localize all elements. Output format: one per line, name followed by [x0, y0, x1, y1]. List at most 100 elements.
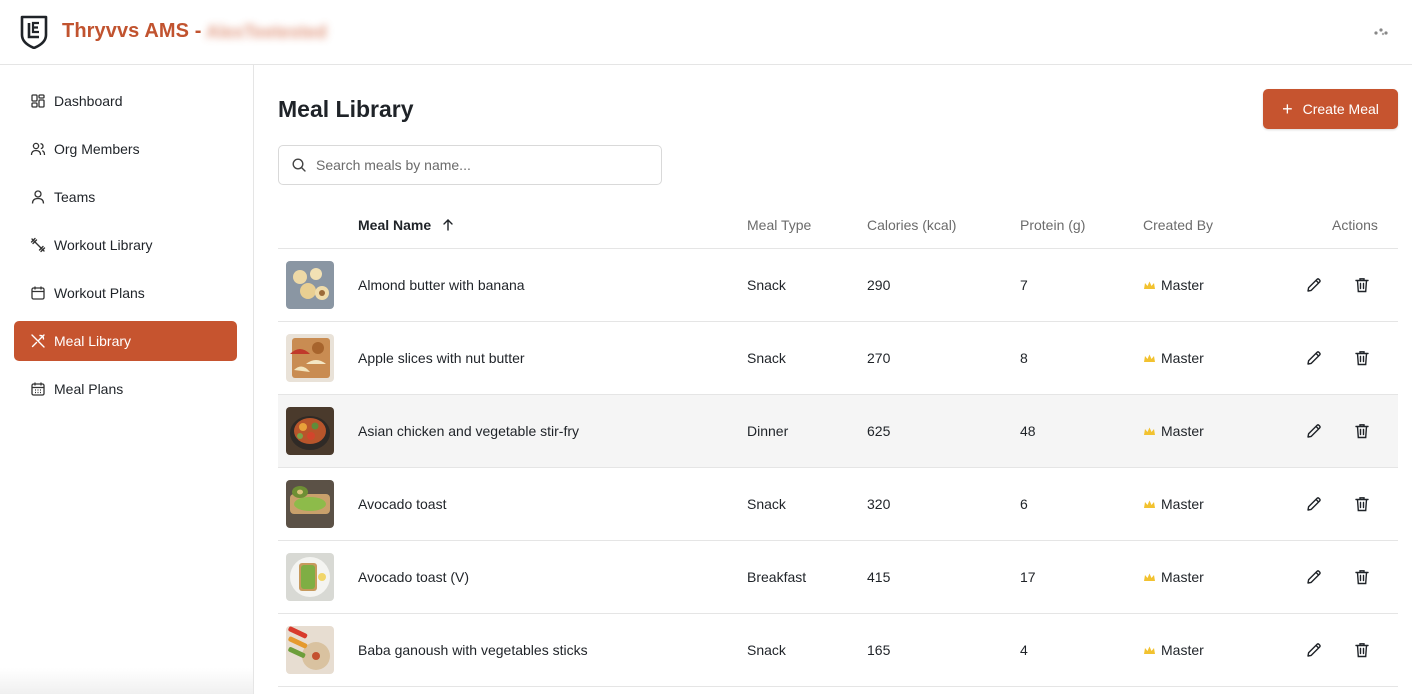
meal-type: Snack: [747, 642, 786, 658]
edit-icon[interactable]: [1305, 349, 1323, 367]
meal-thumbnail: [286, 480, 334, 528]
created-by: Master: [1143, 569, 1204, 585]
edit-icon[interactable]: [1305, 641, 1323, 659]
crown-icon: [1144, 281, 1155, 289]
top-bar: Thryvvs AMS - AlexTeetested: [0, 0, 1412, 65]
column-header-protein[interactable]: Protein (g): [1020, 217, 1085, 233]
column-header-meal-type[interactable]: Meal Type: [747, 217, 811, 233]
meal-type: Snack: [747, 496, 786, 512]
meal-name[interactable]: Asian chicken and vegetable stir-fry: [358, 423, 579, 439]
calendar-days-icon: [31, 382, 45, 396]
sidebar-item-workout-plans[interactable]: Workout Plans: [14, 273, 237, 313]
sidebar-item-label: Teams: [54, 189, 96, 205]
creator-name: Master: [1161, 496, 1204, 512]
crown-icon: [1144, 354, 1155, 362]
sidebar-item-label: Org Members: [54, 141, 140, 157]
creator-name: Master: [1161, 350, 1204, 366]
delete-icon[interactable]: [1353, 422, 1371, 440]
protein: 6: [1020, 496, 1028, 512]
create-meal-label: Create Meal: [1302, 101, 1379, 117]
meal-name[interactable]: Apple slices with nut butter: [358, 350, 525, 366]
sidebar-item-label: Workout Plans: [54, 285, 145, 301]
meal-name[interactable]: Avocado toast (V): [358, 569, 469, 585]
search-icon: [292, 158, 306, 172]
meal-type: Dinner: [747, 423, 789, 439]
sidebar-item-label: Workout Library: [54, 237, 153, 253]
meal-thumbnail: [286, 553, 334, 601]
sidebar: Dashboard Org Members Teams Workout Libr…: [0, 65, 254, 694]
created-by: Master: [1143, 423, 1204, 439]
search-box[interactable]: [278, 145, 662, 185]
calories: 415: [867, 569, 891, 585]
edit-icon[interactable]: [1305, 495, 1323, 513]
sidebar-item-dashboard[interactable]: Dashboard: [14, 81, 237, 121]
crown-icon: [1144, 500, 1155, 508]
meal-name[interactable]: Avocado toast: [358, 496, 446, 512]
dashboard-grid-icon: [31, 94, 45, 108]
calories: 270: [867, 350, 891, 366]
table-row[interactable]: Asian chicken and vegetable stir-fry Din…: [278, 395, 1398, 468]
sidebar-item-meal-plans[interactable]: Meal Plans: [14, 369, 237, 409]
created-by: Master: [1143, 642, 1204, 658]
column-header-created-by[interactable]: Created By: [1143, 217, 1213, 233]
calories: 290: [867, 277, 891, 293]
sidebar-item-org-members[interactable]: Org Members: [14, 129, 237, 169]
search-input[interactable]: [316, 157, 636, 173]
column-header-calories[interactable]: Calories (kcal): [867, 217, 956, 233]
created-by: Master: [1143, 496, 1204, 512]
delete-icon[interactable]: [1353, 276, 1371, 294]
sidebar-fade: [0, 668, 254, 694]
edit-icon[interactable]: [1305, 276, 1323, 294]
crown-icon: [1144, 646, 1155, 654]
meal-type: Snack: [747, 350, 786, 366]
protein: 8: [1020, 350, 1028, 366]
sidebar-item-meal-library[interactable]: Meal Library: [14, 321, 237, 361]
protein: 17: [1020, 569, 1036, 585]
app-logo-icon[interactable]: [20, 15, 48, 49]
edit-icon[interactable]: [1305, 422, 1323, 440]
table-row[interactable]: Almond butter with banana Snack 290 7 Ma…: [278, 249, 1398, 322]
create-meal-button[interactable]: + Create Meal: [1263, 89, 1398, 129]
meal-type: Breakfast: [747, 569, 807, 585]
meal-thumbnail: [286, 626, 334, 674]
table-row[interactable]: Baba ganoush with vegetables sticks Snac…: [278, 614, 1398, 687]
sidebar-item-label: Dashboard: [54, 93, 123, 109]
created-by: Master: [1143, 277, 1204, 293]
protein: 4: [1020, 642, 1028, 658]
meal-name[interactable]: Baba ganoush with vegetables sticks: [358, 642, 588, 658]
edit-icon[interactable]: [1305, 568, 1323, 586]
delete-icon[interactable]: [1353, 495, 1371, 513]
crown-icon: [1144, 427, 1155, 435]
page-title: Meal Library: [278, 96, 414, 122]
sort-ascending-icon[interactable]: [441, 218, 455, 232]
column-header-meal-name[interactable]: Meal Name: [358, 217, 455, 233]
delete-icon[interactable]: [1353, 568, 1371, 586]
creator-name: Master: [1161, 642, 1204, 658]
plus-icon: +: [1282, 99, 1293, 119]
protein: 48: [1020, 423, 1036, 439]
table-row[interactable]: Apple slices with nut butter Snack 270 8…: [278, 322, 1398, 395]
calendar-icon: [31, 286, 45, 300]
creator-name: Master: [1161, 569, 1204, 585]
column-header-actions: Actions: [1332, 217, 1378, 233]
delete-icon[interactable]: [1353, 349, 1371, 367]
table-row[interactable]: Avocado toast (V) Breakfast 415 17 Maste…: [278, 541, 1398, 614]
meal-type: Snack: [747, 277, 786, 293]
users-icon: [30, 142, 46, 156]
sidebar-item-workout-library[interactable]: Workout Library: [14, 225, 237, 265]
sidebar-item-label: Meal Plans: [54, 381, 124, 397]
sidebar-item-teams[interactable]: Teams: [14, 177, 237, 217]
user-menu-icon[interactable]: [1372, 24, 1392, 38]
delete-icon[interactable]: [1353, 641, 1371, 659]
meal-thumbnail: [286, 261, 334, 309]
calories: 625: [867, 423, 891, 439]
sidebar-item-label: Meal Library: [54, 333, 132, 349]
user-icon: [31, 190, 45, 204]
table-row[interactable]: Avocado toast Snack 320 6 Master: [278, 468, 1398, 541]
creator-name: Master: [1161, 277, 1204, 293]
created-by: Master: [1143, 350, 1204, 366]
protein: 7: [1020, 277, 1028, 293]
meal-thumbnail: [286, 334, 334, 382]
calories: 165: [867, 642, 891, 658]
meal-name[interactable]: Almond butter with banana: [358, 277, 525, 293]
